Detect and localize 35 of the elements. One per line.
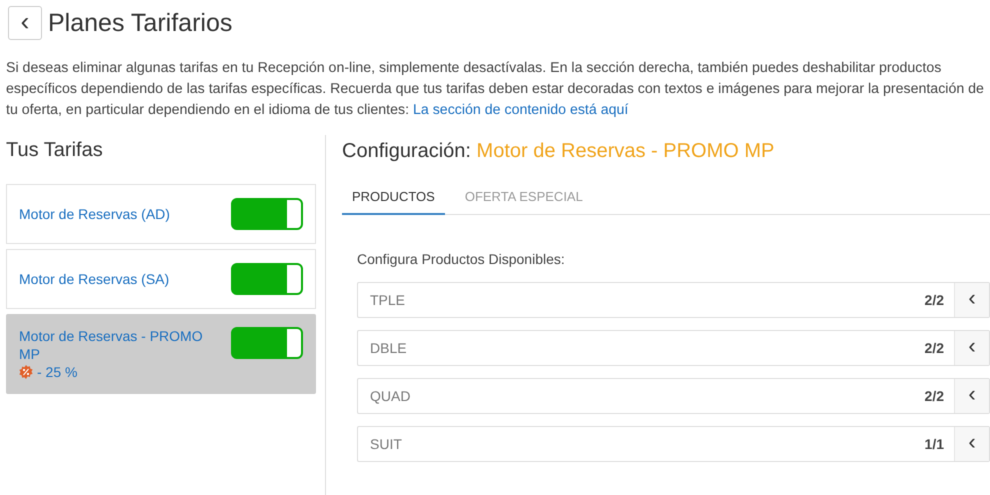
config-rate-name: Motor de Reservas - PROMO MP <box>476 140 774 162</box>
rate-name: Motor de Reservas (AD) <box>19 205 170 223</box>
rates-title: Tus Tarifas <box>6 138 104 163</box>
toggle-switch[interactable] <box>231 263 303 295</box>
product-count: 2/2 <box>924 388 945 404</box>
discount-text: - 25 % <box>37 364 78 380</box>
expand-button[interactable]: ‹ <box>954 427 989 461</box>
rate-name: Motor de Reservas - PROMO MP <box>19 327 204 363</box>
product-count: 1/1 <box>924 436 945 452</box>
discount-badge-icon <box>19 365 33 379</box>
page-title: Planes Tarifarios <box>48 8 232 38</box>
tab[interactable]: PRODUCTOS <box>342 181 445 215</box>
intro-paragraph: Si deseas eliminar algunas tarifas en tu Recepción on-line, simplemente desactívalas. En la sección derecha, también puedes deshabilitar productos específicos dependiendo de las tarifas específicas. Recuerda que tus tarifas deben estar decoradas con textos e imágenes para mejorar la presentación de tu oferta, en particular dependiendo en el idioma de tus clientes: La sección de contenido está aquí <box>6 59 984 120</box>
product-name: DBLE <box>369 340 408 356</box>
config-label: Configuración: <box>342 140 471 162</box>
product-row[interactable]: SUIT 1/1 ‹ <box>357 426 990 462</box>
product-row[interactable]: QUAD 2/2 ‹ <box>357 378 990 414</box>
back-button[interactable]: ‹ <box>8 6 42 40</box>
expand-button[interactable]: ‹ <box>954 331 989 365</box>
rate-card[interactable]: Motor de Reservas (SA) <box>6 249 316 309</box>
products-label: Configura Productos Disponibles: <box>357 251 566 267</box>
product-name: QUAD <box>369 388 412 404</box>
product-row[interactable]: TPLE 2/2 ‹ <box>357 282 990 318</box>
toggle-switch[interactable] <box>231 327 303 359</box>
expand-button[interactable]: ‹ <box>954 283 989 317</box>
product-name: SUIT <box>369 436 403 452</box>
toggle-switch[interactable] <box>231 198 303 230</box>
product-row[interactable]: DBLE 2/2 ‹ <box>357 330 990 366</box>
rate-card[interactable]: Motor de Reservas (AD) <box>6 184 316 244</box>
expand-button[interactable]: ‹ <box>954 379 989 413</box>
content-link[interactable]: La sección de contenido está aquí <box>412 102 628 118</box>
product-name: TPLE <box>369 292 406 308</box>
product-count: 2/2 <box>924 340 945 356</box>
product-count: 2/2 <box>924 292 945 308</box>
rate-name: Motor de Reservas (SA) <box>19 270 170 288</box>
